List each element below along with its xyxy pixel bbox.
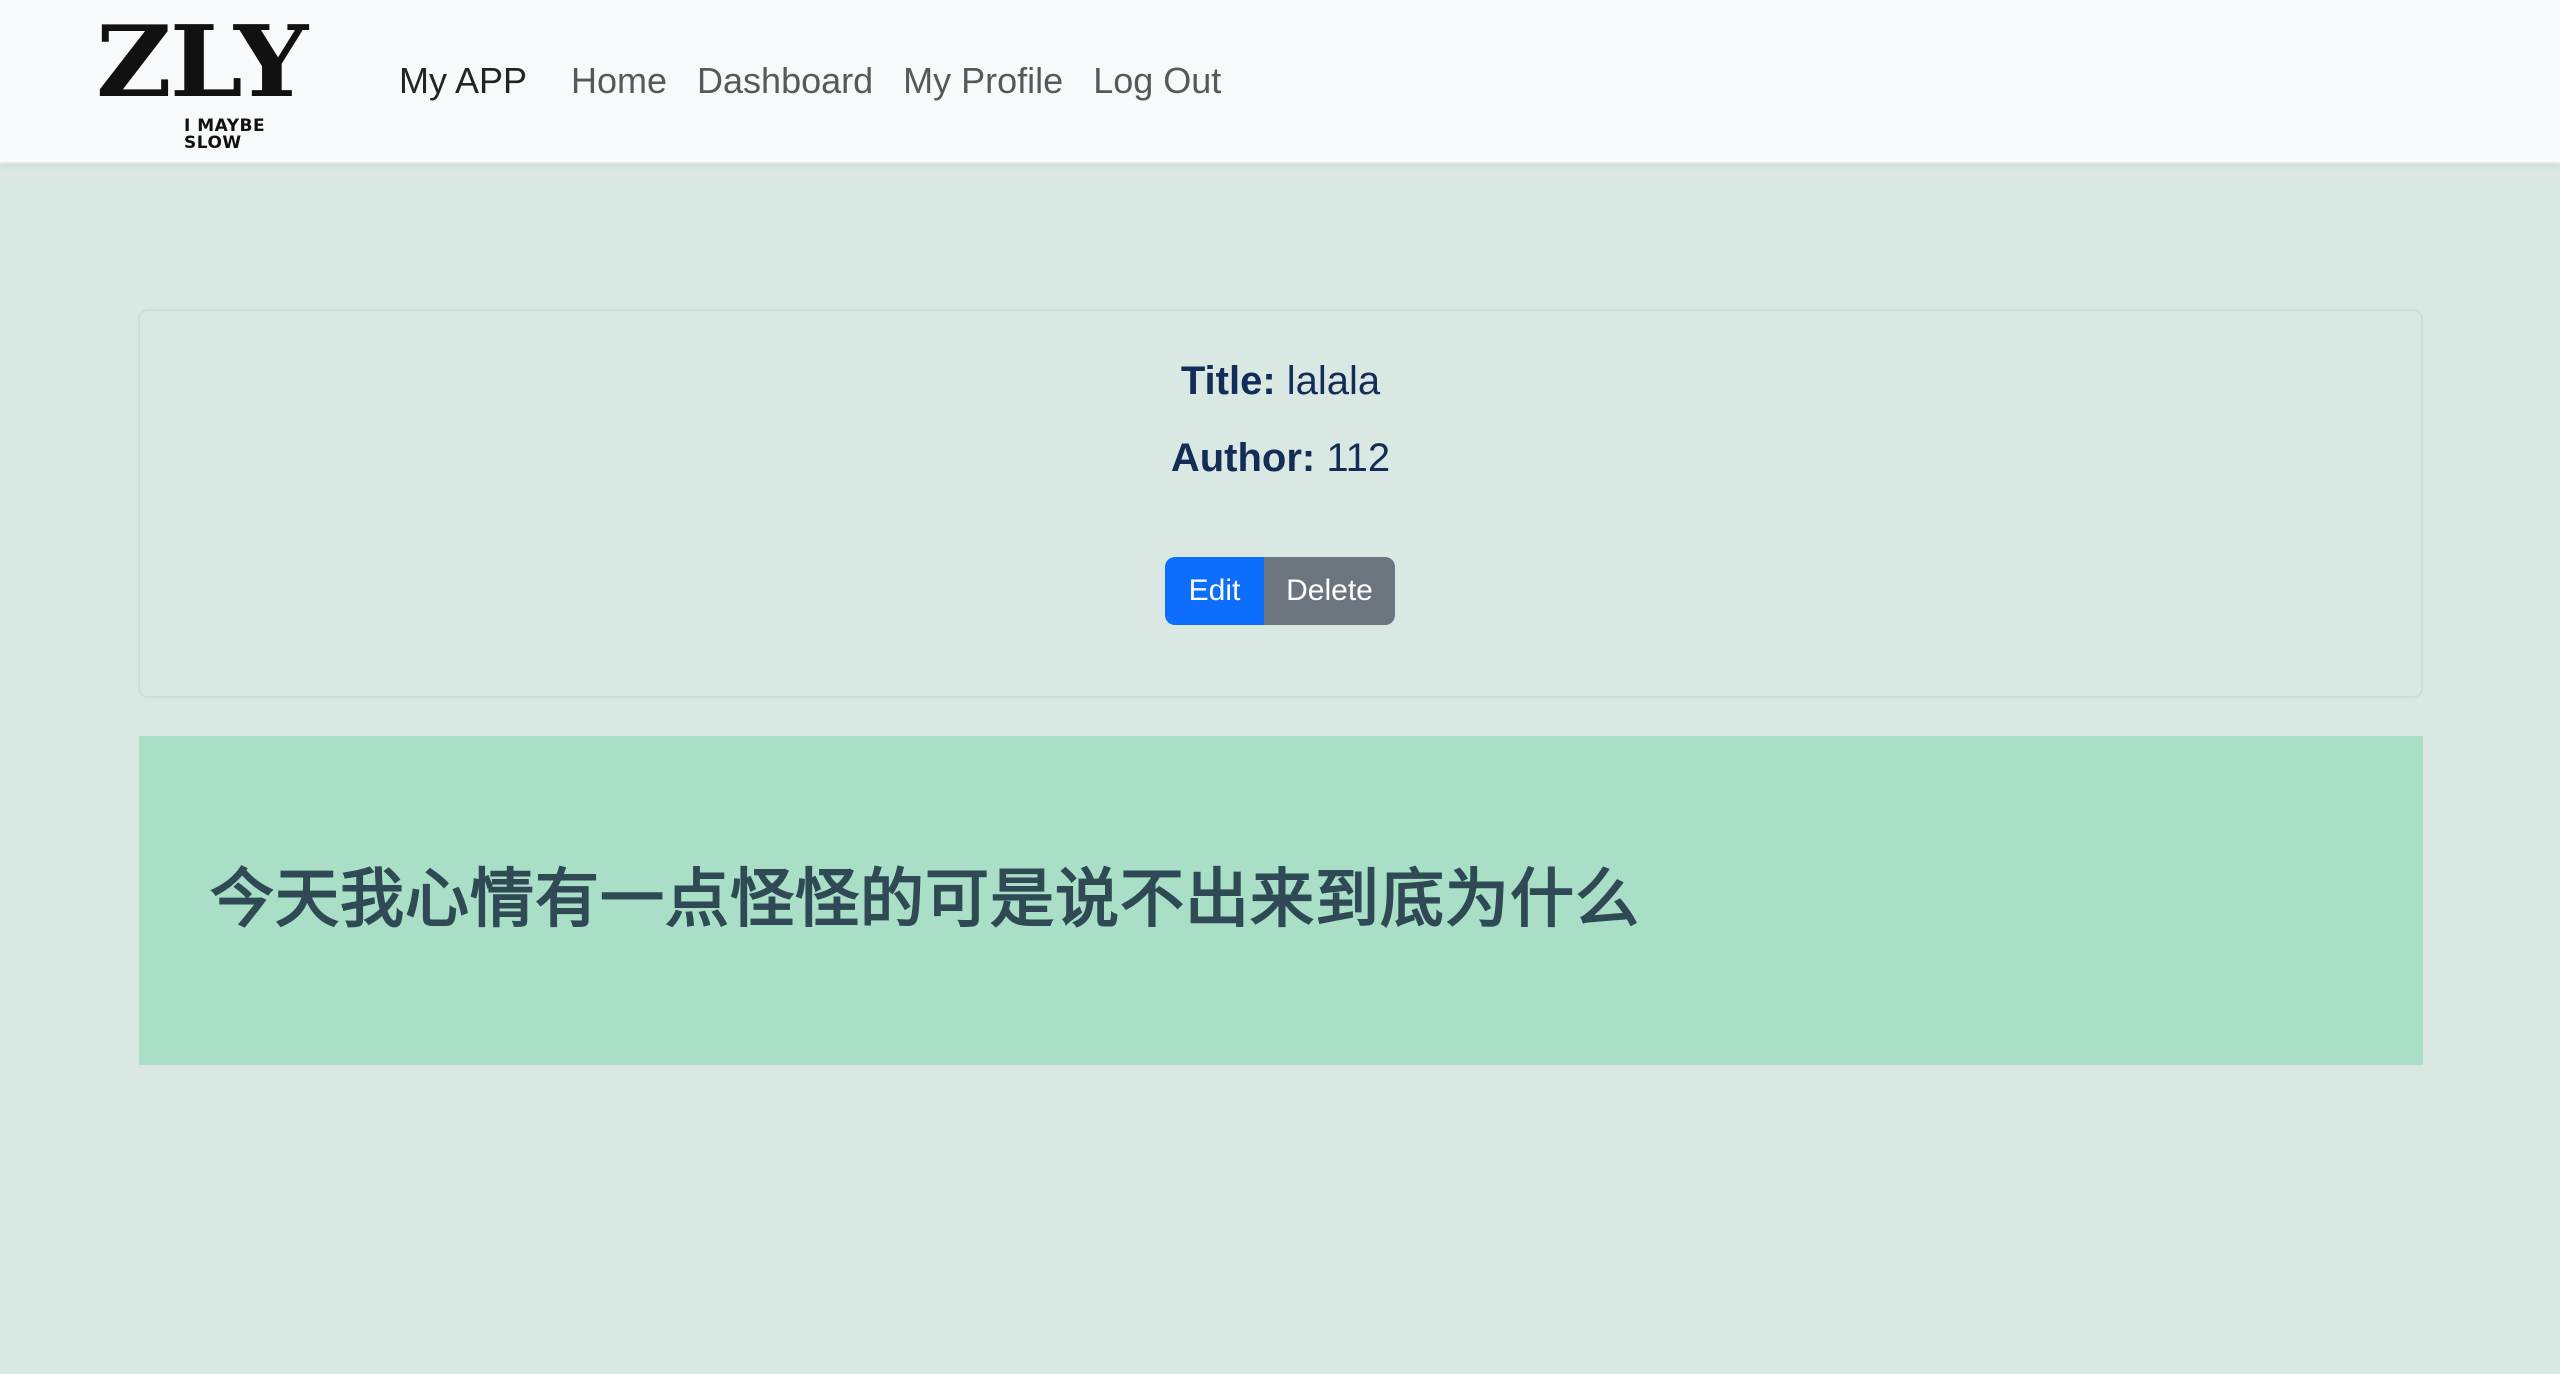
- post-card: Title: lalala Author: 112: [138, 309, 2423, 698]
- nav-link-dashboard[interactable]: Dashboard: [697, 56, 873, 106]
- logo-tagline: I MAYBE SLOW: [184, 116, 266, 153]
- brand-logo[interactable]: ZLY I MAYBE SLOW: [96, 14, 316, 152]
- title-value: lalala: [1286, 359, 1381, 403]
- main-content: Title: lalala Author: 112 Edit Delete 今天…: [0, 164, 2560, 1374]
- app-name[interactable]: My APP: [399, 56, 527, 106]
- author-value: 112: [1326, 436, 1391, 480]
- page: ZLY I MAYBE SLOW My APP Home Dashboard M…: [0, 0, 2560, 1374]
- delete-button[interactable]: Delete: [1264, 557, 1395, 625]
- edit-button[interactable]: Edit: [1165, 557, 1264, 625]
- logo-text: ZLY: [96, 5, 308, 120]
- navbar: ZLY I MAYBE SLOW My APP Home Dashboard M…: [0, 0, 2560, 164]
- author-label: Author:: [1170, 436, 1316, 480]
- post-author: Author: 112: [140, 430, 2421, 486]
- post-content: 今天我心情有一点怪怪的可是说不出来到底为什么: [210, 863, 1640, 937]
- title-label: Title:: [1180, 359, 1276, 403]
- nav-link-my-profile[interactable]: My Profile: [903, 56, 1063, 106]
- post-title: Title: lalala: [140, 353, 2421, 409]
- post-content-box: 今天我心情有一点怪怪的可是说不出来到底为什么: [139, 736, 2423, 1065]
- nav-link-home[interactable]: Home: [571, 56, 667, 106]
- nav-links: Home Dashboard My Profile Log Out: [571, 56, 1221, 106]
- nav-link-log-out[interactable]: Log Out: [1093, 56, 1221, 106]
- post-actions: Edit Delete: [1165, 557, 1395, 625]
